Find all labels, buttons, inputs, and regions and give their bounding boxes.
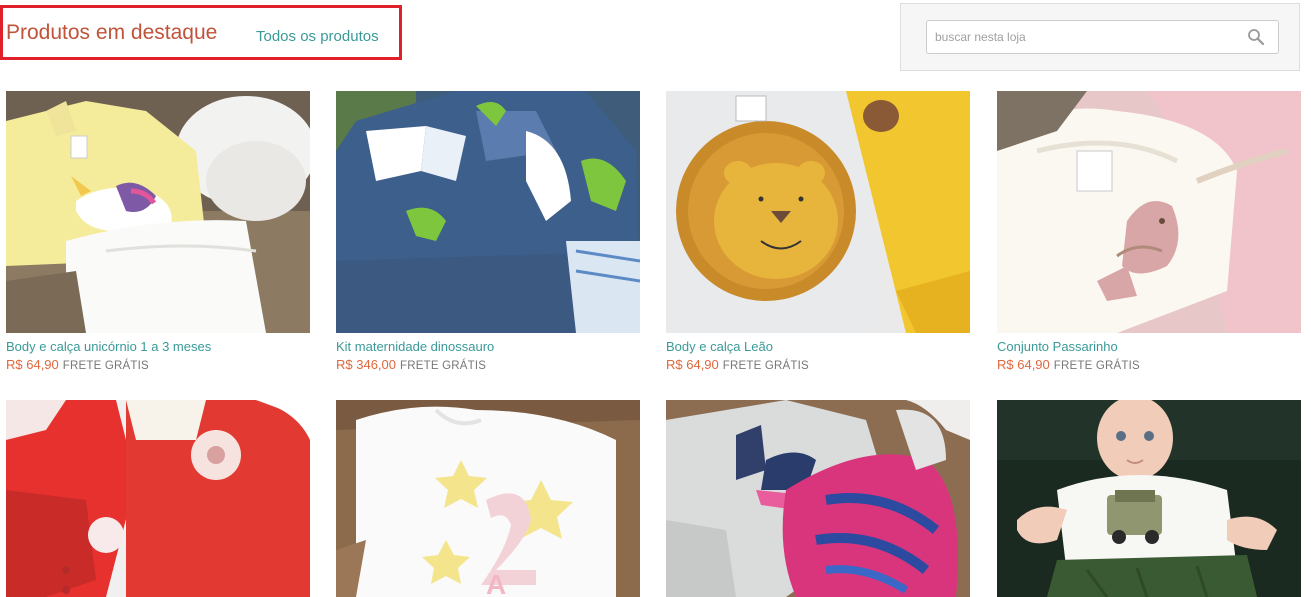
product-card: Conjunto Passarinho R$ 64,90 FRETE GRÁTIS — [997, 91, 1301, 374]
product-card — [6, 400, 310, 597]
svg-text:A: A — [486, 569, 506, 597]
product-image[interactable] — [997, 400, 1301, 597]
page-title: Produtos em destaque — [6, 21, 218, 44]
search-input[interactable] — [926, 20, 1279, 54]
product-card: Body e calça Leão R$ 64,90 FRETE GRÁTIS — [666, 91, 970, 374]
product-image[interactable] — [997, 91, 1301, 333]
product-price: R$ 346,00 — [336, 357, 396, 372]
search-icon[interactable] — [1247, 28, 1265, 46]
price-row: R$ 64,90 FRETE GRÁTIS — [666, 357, 970, 374]
product-card — [666, 400, 970, 597]
price-row: R$ 346,00 FRETE GRÁTIS — [336, 357, 640, 374]
product-image[interactable] — [666, 91, 970, 333]
product-name[interactable]: Body e calça unicórnio 1 a 3 meses — [6, 339, 310, 354]
price-row: R$ 64,90 FRETE GRÁTIS — [6, 357, 310, 374]
product-card — [997, 400, 1301, 597]
product-price: R$ 64,90 — [666, 357, 719, 372]
product-card: A — [336, 400, 640, 597]
free-shipping-label: FRETE GRÁTIS — [62, 360, 149, 372]
price-row: R$ 64,90 FRETE GRÁTIS — [997, 357, 1301, 374]
product-image[interactable] — [6, 400, 310, 597]
product-image[interactable] — [666, 400, 970, 597]
product-card: Body e calça unicórnio 1 a 3 meses R$ 64… — [6, 91, 310, 374]
product-image[interactable]: A — [336, 400, 640, 597]
free-shipping-label: FRETE GRÁTIS — [1053, 360, 1140, 372]
product-card: Kit maternidade dinossauro R$ 346,00 FRET… — [336, 91, 640, 374]
product-name[interactable]: Conjunto Passarinho — [997, 339, 1301, 354]
product-image[interactable] — [6, 91, 310, 333]
free-shipping-label: FRETE GRÁTIS — [722, 360, 809, 372]
product-image[interactable] — [336, 91, 640, 333]
product-price: R$ 64,90 — [997, 357, 1050, 372]
product-name[interactable]: Kit maternidade dinossauro — [336, 339, 640, 354]
search-panel — [900, 3, 1300, 71]
all-products-link[interactable]: Todos os produtos — [256, 28, 379, 45]
product-name[interactable]: Body e calça Leão — [666, 339, 970, 354]
free-shipping-label: FRETE GRÁTIS — [400, 360, 487, 372]
product-price: R$ 64,90 — [6, 357, 59, 372]
